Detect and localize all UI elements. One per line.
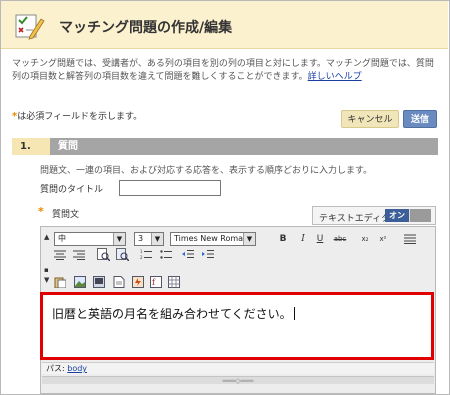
unordered-list-icon[interactable]: [160, 249, 172, 260]
help-link[interactable]: 詳しいヘルプ: [308, 72, 362, 82]
align-right-icon[interactable]: [73, 250, 85, 260]
chevron-down-icon: ▼: [113, 233, 125, 245]
chevron-down-icon: ▼: [243, 233, 255, 245]
section-number: 1.: [12, 138, 50, 155]
insert-flash-icon[interactable]: [132, 276, 144, 288]
italic-button[interactable]: I: [296, 232, 310, 246]
text-editor-toggle-label: テキストエディタ:: [319, 214, 394, 224]
font-family-select[interactable]: Times New Roman ▼: [170, 232, 256, 246]
question-text-label: * 質問文: [38, 205, 80, 220]
insert-equation-icon[interactable]: f: [150, 276, 162, 288]
cancel-button[interactable]: キャンセル: [341, 110, 399, 128]
description-text: マッチング問題では、受講者が、ある列の項目を別の列の項目と対にします。マッチング…: [12, 59, 434, 82]
section-title: 質問: [58, 141, 78, 152]
superscript-button[interactable]: x²: [376, 232, 390, 246]
bold-button[interactable]: B: [276, 232, 290, 246]
insert-table-icon[interactable]: [168, 276, 180, 288]
required-note: *は必須フィールドを示します。: [12, 109, 142, 122]
replace-icon[interactable]: [116, 248, 129, 261]
indent-icon[interactable]: [202, 249, 214, 260]
toolbar-bullet: ▪: [44, 266, 49, 274]
subscript-button[interactable]: x₂: [358, 232, 372, 246]
required-note-text: は必須フィールドを示します。: [17, 112, 143, 122]
editor-status-path: パス: body: [42, 362, 434, 374]
toolbar-collapse-icon[interactable]: ▲: [44, 233, 49, 241]
toggle-off-state[interactable]: [409, 209, 431, 222]
page-description: マッチング問題では、受講者が、ある列の項目を別の列の項目と対にします。マッチング…: [12, 58, 440, 84]
page-header: マッチング問題の作成/編集: [1, 1, 448, 49]
path-label: パス:: [46, 364, 65, 373]
toolbar-expand-icon[interactable]: ▼: [44, 276, 49, 284]
ordered-list-icon[interactable]: 12: [140, 249, 152, 260]
section-description: 問題文、一連の項目、および対応する応答を、表示する順序どおりに入力します。: [40, 166, 373, 176]
highlight-box: [40, 292, 434, 360]
required-star-icon: *: [38, 205, 44, 218]
insert-image-icon[interactable]: [74, 276, 86, 288]
align-center-icon[interactable]: [54, 250, 66, 260]
underline-button[interactable]: U: [313, 232, 327, 246]
format-select[interactable]: 中 ▼: [54, 232, 126, 246]
font-size-select[interactable]: 3 ▼: [134, 232, 164, 246]
chevron-down-icon: ▼: [151, 233, 163, 245]
outdent-icon[interactable]: [182, 249, 194, 260]
page-title: マッチング問題の作成/編集: [59, 20, 233, 36]
question-title-input[interactable]: [119, 180, 221, 196]
text-editor-toggle[interactable]: テキストエディタ: オン: [312, 206, 436, 225]
find-icon[interactable]: [97, 248, 110, 261]
strikethrough-button[interactable]: abc: [330, 232, 350, 246]
align-justify-icon[interactable]: [404, 234, 416, 244]
submit-button[interactable]: 送信: [403, 110, 437, 128]
paste-icon[interactable]: [54, 276, 66, 288]
editor-resize-handle[interactable]: ═══◇═══: [42, 376, 434, 385]
svg-text:1: 1: [140, 249, 143, 254]
svg-text:2: 2: [140, 255, 143, 260]
question-title-label: 質問のタイトル: [40, 185, 104, 195]
insert-media-icon[interactable]: [93, 276, 105, 288]
toggle-on-state[interactable]: オン: [385, 209, 409, 222]
checklist-edit-icon: [15, 14, 45, 40]
insert-file-icon[interactable]: [113, 276, 125, 288]
path-body-link[interactable]: body: [67, 364, 87, 373]
